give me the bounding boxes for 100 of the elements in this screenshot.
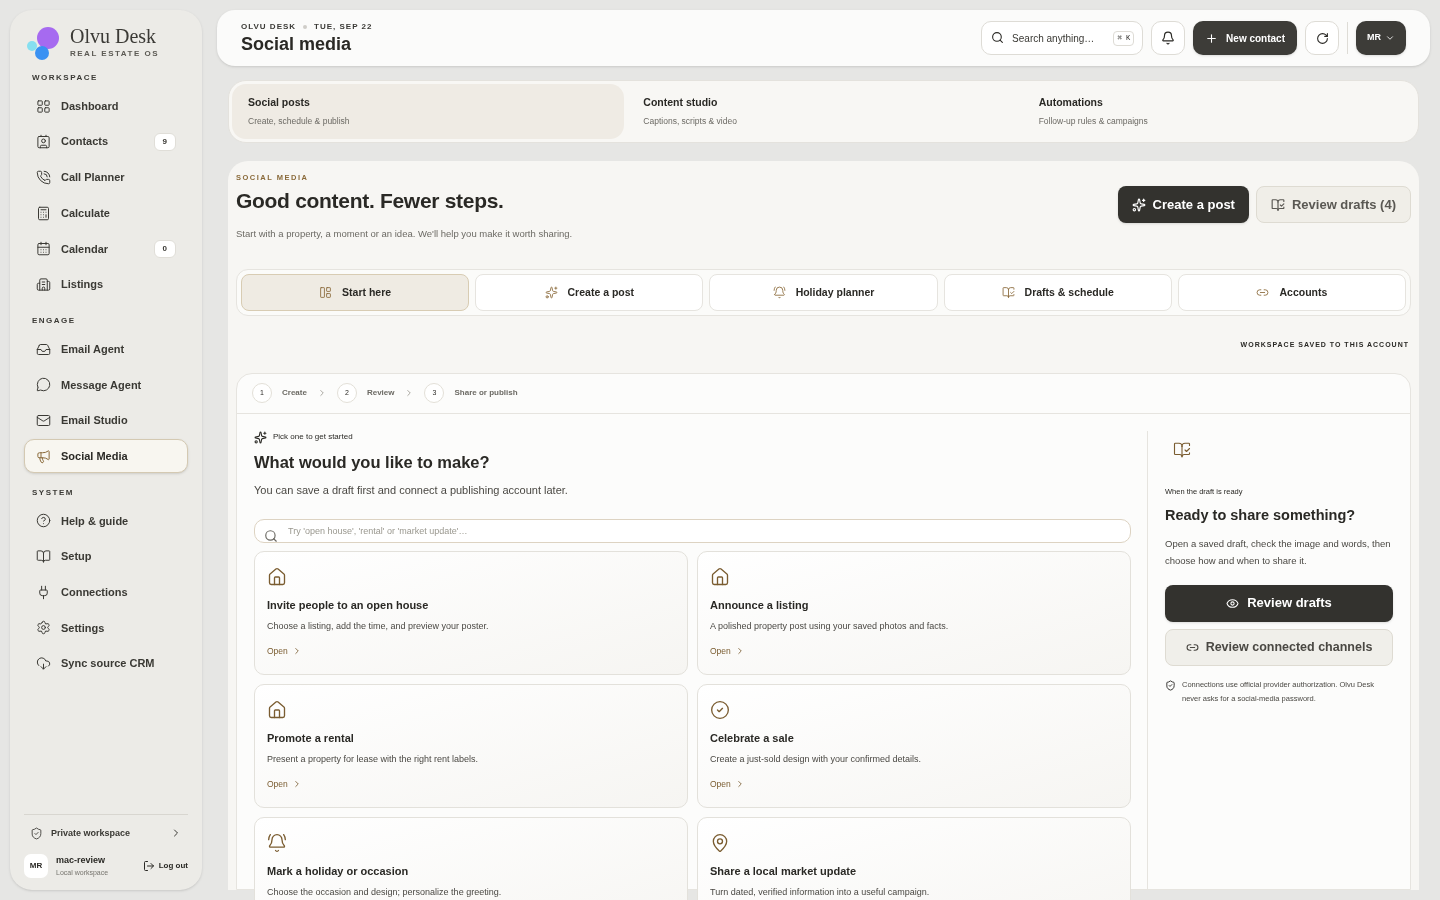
grid-icon [36,98,51,114]
mode-tab[interactable]: Start here [241,274,470,311]
calculator-icon [36,205,51,221]
card-description: A polished property post using your saved photos and facts. [710,620,950,634]
tab-subtitle: Captions, scripts & video [643,115,737,128]
idea-search-field[interactable]: Try 'open house', 'rental' or 'market update'… [254,518,1131,543]
sidebar-item[interactable]: Call Planner [24,160,188,195]
sidebar-item[interactable]: Calculate [24,196,188,231]
section-subtitle: You can save a draft first and connect a publishing account later. [254,483,569,499]
section-tab[interactable]: Social posts Create, schedule & publish [232,84,625,139]
check-circle-icon [710,699,730,720]
house-icon [710,566,730,587]
logout-button[interactable]: Log out [142,860,188,872]
open-link[interactable]: Open [710,777,745,791]
section-tab[interactable]: Content studio Captions, scripts & video [627,84,1020,139]
mode-tab[interactable]: Drafts & schedule [943,274,1172,311]
create-post-button[interactable]: Create a post [1117,186,1249,223]
step-label: Review [366,387,395,399]
card-title: Invite people to an open house [267,597,430,613]
sidebar-item[interactable]: Sync source CRM [24,646,188,681]
sidebar-item[interactable]: Settings [24,610,188,645]
card-description: Create a just-sold design with your confirmed details. [710,753,923,767]
mail-icon [36,413,51,428]
tab-subtitle: Follow-up rules & campaigns [1038,115,1148,128]
section-tab[interactable]: Automations Follow-up rules & campaigns [1022,84,1415,139]
card-description: Choose a listing, add the time, and preview your poster. [267,620,490,634]
open-link[interactable]: Open [710,644,745,658]
breadcrumb-text: OLVU DESK [241,21,297,33]
sidebar-item[interactable]: Email Agent [24,332,188,367]
sidebar-item[interactable]: Help & guide [24,503,188,538]
eye-icon [1226,596,1240,610]
house-icon [267,566,287,587]
tab-subtitle: Create, schedule & publish [248,115,350,128]
template-card[interactable]: Mark a holiday or occasion Choose the occasion and design; personalize the greeting. [254,816,688,900]
sidebar-item[interactable]: Dashboard [24,89,188,123]
account-button[interactable]: MR [1356,21,1406,55]
card-title: Celebrate a sale [710,730,795,746]
sidebar-item[interactable]: Message Agent [24,367,188,402]
template-card[interactable]: Promote a rental Present a property for lease with the right rent labels. Open [254,683,688,808]
open-link[interactable]: Open [267,644,302,658]
sidebar-item[interactable]: Social Media [24,439,188,474]
new-contact-button[interactable]: New contact [1193,21,1297,55]
sidebar-item[interactable]: Connections [24,575,188,610]
sidebar-item[interactable]: Calendar 0 [24,231,188,266]
card-description: Turn dated, verified information into a useful campaign. [710,886,931,900]
template-card[interactable]: Invite people to an open house Choose a listing, add the time, and preview your poster. Open [254,550,688,675]
sidebar-item[interactable]: Listings [24,267,188,302]
building-icon [36,276,51,292]
step-label: Create [282,387,307,399]
card-description: Choose the occasion and design; personalize the greeting. [267,886,503,900]
review-drafts-button[interactable]: Review drafts (4) [1255,186,1411,223]
section-label: SYSTEM [31,486,75,499]
logout-icon [142,860,155,872]
chat-bubble-icon [36,377,51,393]
mode-tab[interactable]: Holiday planner [709,274,938,311]
plug-icon [36,584,51,600]
book-icon [36,549,51,565]
search-icon [991,31,1005,44]
step-label: Share or publish [454,387,518,399]
inbox-icon [36,341,51,357]
count-badge: 9 [153,132,176,151]
settings-icon [36,620,51,636]
template-card[interactable]: Share a local market update Turn dated, verified information into a useful campaign. [697,816,1131,900]
help-icon [36,513,51,529]
shield-icon [30,826,43,840]
mode-tab[interactable]: Accounts [1177,274,1406,311]
layout-icon [319,286,333,299]
brand-tagline: REAL ESTATE OS [70,50,159,58]
bell-icon [772,286,786,299]
open-link[interactable]: Open [267,777,302,791]
template-card[interactable]: Celebrate a sale Create a just-sold design with your confirmed details. Open [697,683,1131,808]
calendar-icon [36,241,51,257]
sparkles-icon [1131,197,1146,212]
contact-card-icon [36,134,51,150]
sidebar-item[interactable]: Setup [24,539,188,574]
book-check-icon [1001,286,1015,299]
card-title: Share a local market update [710,863,858,879]
book-check-icon [1270,197,1285,212]
template-card[interactable]: Announce a listing A polished property post using your saved photos and facts. Open [697,550,1131,675]
eyebrow-text: Pick one to get started [273,431,353,443]
mode-tab[interactable]: Create a post [475,274,704,311]
sidebar-item[interactable]: Contacts 9 [24,124,188,159]
notifications-button[interactable] [1151,21,1186,55]
refresh-button[interactable] [1305,21,1339,55]
sidebar-item[interactable]: Email Studio [24,403,188,438]
brand-name: Olvu Desk [70,26,158,46]
cloud-download-icon [36,656,51,672]
refresh-icon [1315,31,1329,45]
card-title: Announce a listing [710,597,810,613]
card-title: Promote a rental [267,730,355,746]
megaphone-icon [36,448,51,464]
sparkles-icon [254,430,267,444]
book-check-icon [1173,440,1191,459]
hero-subtitle: Start with a property, a moment or an idea. We'll help you make it worth sharing. [236,226,574,241]
breadcrumb-text: TUE, SEP 22 [314,21,373,33]
privacy-row[interactable]: Private workspace [24,826,188,840]
section-label: ENGAGE [31,315,77,328]
section-label: WORKSPACE [31,72,99,84]
review-drafts-button[interactable]: Review drafts [1165,584,1393,622]
channels-button[interactable]: Review connected channels [1165,628,1393,666]
